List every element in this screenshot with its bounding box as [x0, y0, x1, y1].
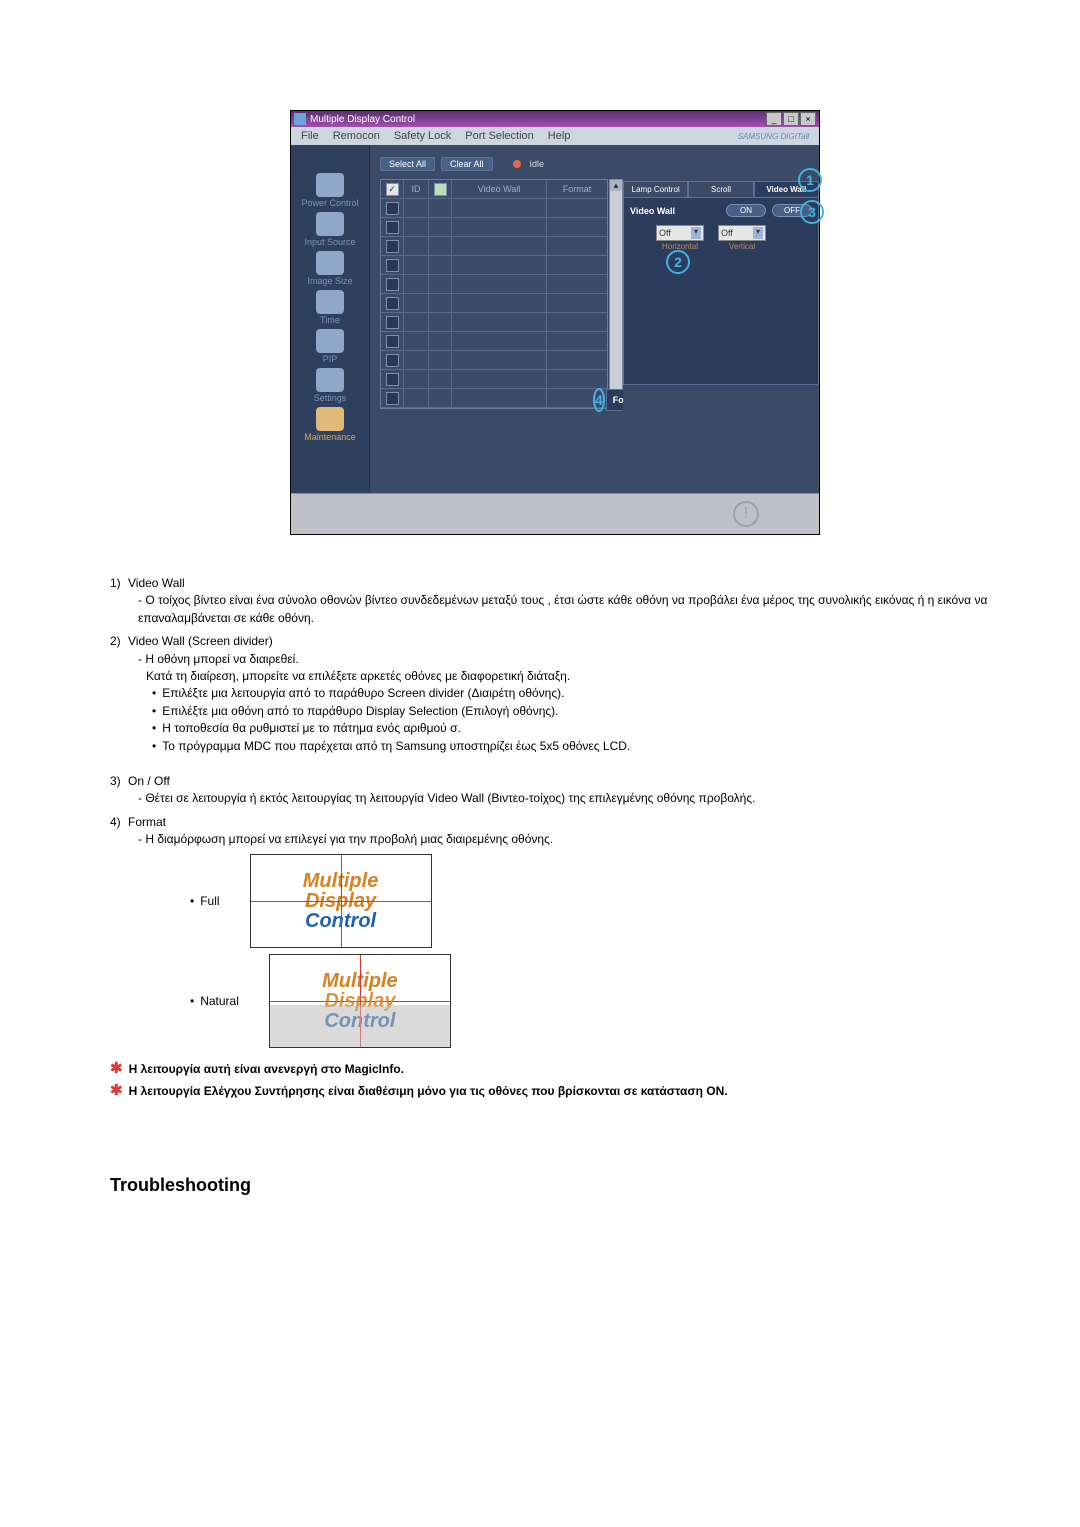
list-title: Video Wall (Screen divider) — [128, 634, 273, 648]
idle-indicator-icon — [513, 160, 521, 168]
grid-header-videowall: Video Wall — [452, 180, 547, 198]
brand-label: SAMSUNG DIGITall — [738, 132, 809, 141]
note-maintenance: Η λειτουργία Ελέγχου Συντήρησης είναι δι… — [110, 1080, 1000, 1102]
header-check-all[interactable]: ✓ — [386, 183, 399, 196]
list-item: Η τοποθεσία θα ρυθμιστεί με το πάτημα εν… — [152, 720, 1000, 737]
callout-1: 1 — [798, 168, 822, 192]
sidebar-item-maintenance[interactable]: Maintenance — [294, 407, 366, 442]
video-wall-label: Video Wall — [630, 206, 675, 216]
sidebar-item-image-size[interactable]: Image Size — [294, 251, 366, 286]
table-row[interactable] — [381, 294, 607, 313]
table-row[interactable] — [381, 237, 607, 256]
app-window: Multiple Display Control _ □ × File Remo… — [290, 110, 820, 535]
center-panel: Select All Clear All Idle ✓ ID Video Wal… — [370, 145, 623, 493]
format-natural-image: Multiple Display Control — [269, 954, 451, 1048]
menu-port-selection[interactable]: Port Selection — [465, 130, 533, 142]
menu-safety-lock[interactable]: Safety Lock — [394, 130, 451, 142]
idle-label: Idle — [530, 159, 545, 169]
display-grid: ✓ ID Video Wall Format — [380, 179, 608, 409]
table-row[interactable] — [381, 332, 607, 351]
list-number: 3) — [110, 773, 128, 790]
grid-header-format: Format — [547, 180, 607, 198]
menu-file[interactable]: File — [301, 130, 319, 142]
table-row[interactable] — [381, 313, 607, 332]
full-label: Full — [190, 893, 220, 910]
right-panel: Lamp Control Scroll Video Wall 1 Video W… — [623, 145, 819, 493]
table-row[interactable] — [381, 370, 607, 389]
vertical-label: Vertical — [729, 242, 755, 251]
sidebar-item-power-control[interactable]: Power Control — [294, 173, 366, 208]
menu-help[interactable]: Help — [548, 130, 571, 142]
table-row[interactable] — [381, 199, 607, 218]
format-bar: 4 Format Full Natural — [606, 389, 624, 411]
list-text: Κατά τη διαίρεση, μπορείτε να επιλέξετε … — [146, 668, 1000, 685]
list-text: - Θέτει σε λειτουργία ή εκτός λειτουργία… — [138, 790, 1000, 807]
list-text: - Ο τοίχος βίντεο είναι ένα σύνολο οθονώ… — [138, 592, 1000, 627]
format-full-image: Multiple Display Control — [250, 854, 432, 948]
vertical-select[interactable]: Off▾ — [718, 225, 766, 241]
tab-lamp-control[interactable]: Lamp Control — [623, 181, 688, 197]
list-number: 4) — [110, 814, 128, 831]
status-strip: ! — [291, 493, 819, 534]
sidebar-item-settings[interactable]: Settings — [294, 368, 366, 403]
list-title: Format — [128, 815, 166, 829]
chevron-down-icon: ▾ — [691, 227, 701, 239]
menu-bar: File Remocon Safety Lock Port Selection … — [291, 127, 819, 145]
sidebar: Power Control Input Source Image Size Ti… — [291, 145, 370, 493]
list-item: Επιλέξτε μια λειτουργία από το παράθυρο … — [152, 685, 1000, 702]
horizontal-select[interactable]: Off▾ — [656, 225, 704, 241]
list-text: - Η οθόνη μπορεί να διαιρεθεί. — [138, 651, 1000, 668]
list-text: - Η διαμόρφωση μπορεί να επιλεγεί για τη… — [138, 831, 1000, 848]
header-status-icon — [434, 183, 447, 196]
select-all-button[interactable]: Select All — [380, 157, 435, 171]
minimize-button[interactable]: _ — [766, 112, 782, 126]
note-magicinfo: Η λειτουργία αυτή είναι ανενεργή στο Mag… — [110, 1058, 1000, 1080]
menu-remocon[interactable]: Remocon — [333, 130, 380, 142]
chevron-down-icon: ▾ — [753, 227, 763, 239]
callout-2: 2 — [666, 250, 690, 274]
title-bar: Multiple Display Control _ □ × — [291, 111, 819, 127]
list-title: Video Wall — [128, 576, 185, 590]
table-row[interactable] — [381, 256, 607, 275]
warning-icon: ! — [733, 501, 759, 527]
sidebar-item-input-source[interactable]: Input Source — [294, 212, 366, 247]
table-row[interactable] — [381, 351, 607, 370]
list-number: 2) — [110, 633, 128, 650]
vertical-scrollbar[interactable]: ▲ — [609, 179, 623, 401]
list-item: Επιλέξτε μια οθόνη από το παράθυρο Displ… — [152, 703, 1000, 720]
list-title: On / Off — [128, 774, 170, 788]
tab-scroll[interactable]: Scroll — [688, 181, 753, 197]
video-wall-on-button[interactable]: ON — [726, 204, 766, 217]
window-title: Multiple Display Control — [310, 114, 415, 125]
sidebar-item-pip[interactable]: PIP — [294, 329, 366, 364]
list-number: 1) — [110, 575, 128, 592]
troubleshooting-heading: Troubleshooting — [110, 1172, 1000, 1198]
app-icon — [294, 113, 306, 125]
clear-all-button[interactable]: Clear All — [441, 157, 493, 171]
list-item: Το πρόγραμμα MDC που παρέχεται από τη Sa… — [152, 738, 1000, 755]
callout-3: 3 — [800, 200, 824, 224]
close-button[interactable]: × — [800, 112, 816, 126]
table-row[interactable] — [381, 275, 607, 294]
maximize-button[interactable]: □ — [783, 112, 799, 126]
grid-header-id: ID — [404, 180, 429, 198]
table-row[interactable] — [381, 389, 607, 408]
callout-4: 4 — [593, 388, 605, 412]
sidebar-item-time[interactable]: Time — [294, 290, 366, 325]
table-row[interactable] — [381, 218, 607, 237]
scroll-up-icon[interactable]: ▲ — [610, 180, 622, 191]
natural-label: Natural — [190, 993, 239, 1010]
document-body: 1)Video Wall - Ο τοίχος βίντεο είναι ένα… — [110, 575, 1000, 1198]
